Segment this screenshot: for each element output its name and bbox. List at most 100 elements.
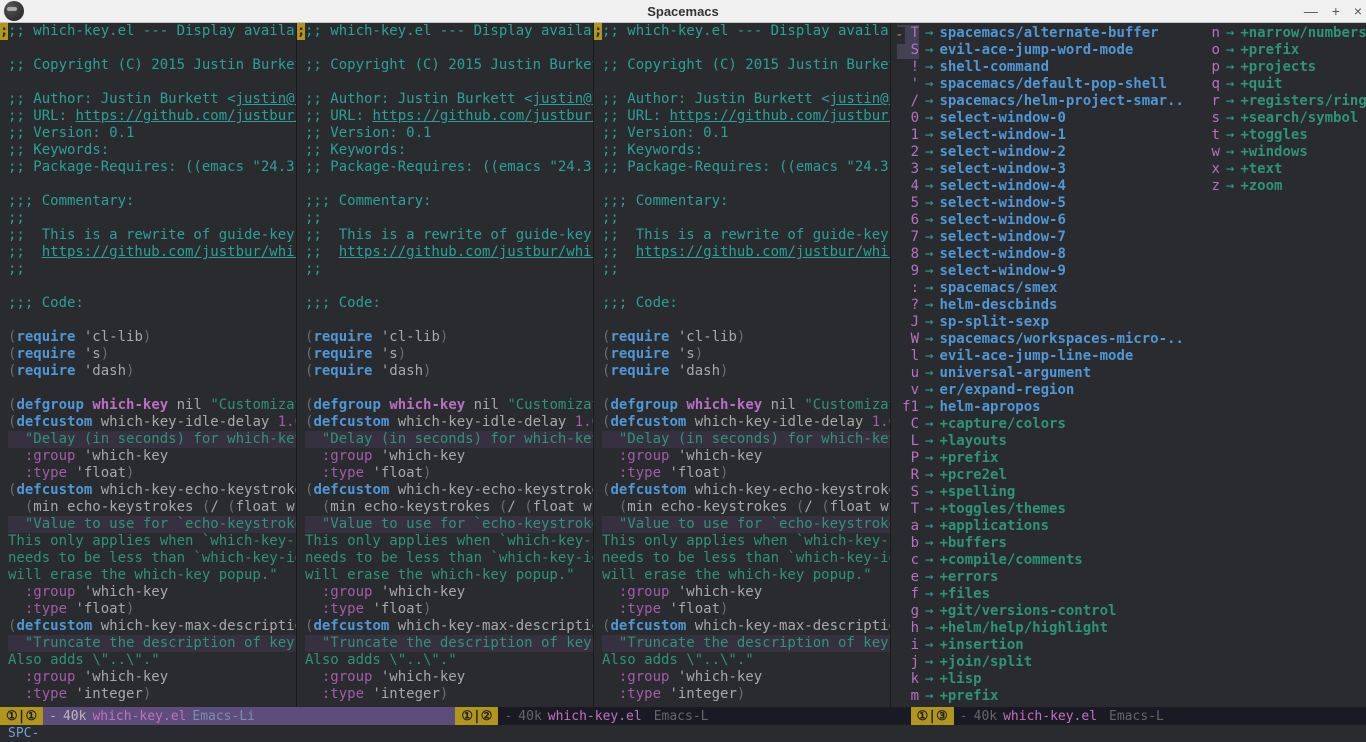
which-key-command: +search/symbol: [1240, 110, 1358, 127]
which-key-key: 1: [897, 127, 919, 144]
which-key-binding[interactable]: a→+applications: [897, 518, 1184, 535]
which-key-binding[interactable]: ?→helm-descbinds: [897, 297, 1184, 314]
which-key-binding[interactable]: 8→select-window-8: [897, 246, 1184, 263]
which-key-binding[interactable]: S→+spelling: [897, 484, 1184, 501]
which-key-binding[interactable]: S→evil-ace-jump-word-mode: [897, 42, 1184, 59]
which-key-command: helm-descbinds: [939, 297, 1057, 314]
which-key-binding[interactable]: T→spacemacs/alternate-buffer: [897, 25, 1184, 42]
editor-pane-3[interactable]: ; ;; which-key.el --- Display availa ;; …: [594, 23, 891, 707]
modeline-pane-3: ①|③ - 40k which-key.el Emacs-L: [911, 707, 1366, 725]
which-key-binding[interactable]: l→evil-ace-jump-line-mode: [897, 348, 1184, 365]
which-key-key: r: [1198, 93, 1220, 110]
which-key-binding[interactable]: v→er/expand-region: [897, 382, 1184, 399]
which-key-command: +files: [939, 586, 990, 603]
which-key-command: +pcre2el: [939, 467, 1006, 484]
which-key-binding[interactable]: m→+prefix: [897, 688, 1184, 705]
minibuffer[interactable]: SPC-: [0, 725, 1366, 742]
which-key-command: select-window-3: [939, 161, 1065, 178]
which-key-column-1: T→spacemacs/alternate-bufferS→evil-ace-j…: [897, 25, 1184, 705]
which-key-key: 7: [897, 229, 919, 246]
which-key-command: +applications: [939, 518, 1049, 535]
which-key-binding[interactable]: T→+toggles/themes: [897, 501, 1184, 518]
which-key-binding[interactable]: w→+windows: [1198, 144, 1366, 161]
arrow-icon: →: [919, 59, 939, 76]
which-key-binding[interactable]: s→+search/symbol: [1198, 110, 1366, 127]
which-key-binding[interactable]: 4→select-window-4: [897, 178, 1184, 195]
minimize-button[interactable]: —: [1304, 3, 1318, 19]
which-key-binding[interactable]: R→+pcre2el: [897, 467, 1184, 484]
which-key-binding[interactable]: o→+prefix: [1198, 42, 1366, 59]
which-key-key: 8: [897, 246, 919, 263]
which-key-key: !: [897, 59, 919, 76]
maximize-button[interactable]: +: [1332, 3, 1340, 19]
arrow-icon: →: [919, 297, 939, 314]
which-key-binding[interactable]: u→universal-argument: [897, 365, 1184, 382]
which-key-command: select-window-8: [939, 246, 1065, 263]
which-key-command: +text: [1240, 161, 1282, 178]
which-key-binding[interactable]: P→+prefix: [897, 450, 1184, 467]
which-key-binding[interactable]: 9→select-window-9: [897, 263, 1184, 280]
which-key-column-2: n→+narrow/numberso→+prefixp→+projectsq→+…: [1198, 25, 1366, 705]
arrow-icon: →: [919, 535, 939, 552]
which-key-binding[interactable]: !→shell-command: [897, 59, 1184, 76]
which-key-binding[interactable]: z→+zoom: [1198, 178, 1366, 195]
which-key-binding[interactable]: t→+toggles: [1198, 127, 1366, 144]
which-key-binding[interactable]: '→spacemacs/default-pop-shell: [897, 76, 1184, 93]
main-area: ; ;; which-key.el --- Display availa ;; …: [0, 23, 1366, 707]
editor-pane-1[interactable]: ; ;; which-key.el --- Display availa ;; …: [0, 23, 297, 707]
which-key-binding[interactable]: W→spacemacs/workspaces-micro-..: [897, 331, 1184, 348]
arrow-icon: →: [1220, 127, 1240, 144]
cursor-indicator: -: [895, 27, 905, 44]
which-key-binding[interactable]: 7→select-window-7: [897, 229, 1184, 246]
editor-pane-2[interactable]: ; ;; which-key.el --- Display availa ;; …: [297, 23, 594, 707]
which-key-binding[interactable]: b→+buffers: [897, 535, 1184, 552]
which-key-binding[interactable]: :→spacemacs/smex: [897, 280, 1184, 297]
which-key-binding[interactable]: J→sp-split-sexp: [897, 314, 1184, 331]
which-key-binding[interactable]: L→+layouts: [897, 433, 1184, 450]
which-key-key: k: [897, 671, 919, 688]
which-key-binding[interactable]: 1→select-window-1: [897, 127, 1184, 144]
which-key-binding[interactable]: f1→helm-apropos: [897, 399, 1184, 416]
which-key-key: L: [897, 433, 919, 450]
which-key-key: g: [897, 603, 919, 620]
which-key-binding[interactable]: e→+errors: [897, 569, 1184, 586]
which-key-binding[interactable]: j→+join/split: [897, 654, 1184, 671]
arrow-icon: →: [919, 178, 939, 195]
which-key-command: +git/versions-control: [939, 603, 1116, 620]
which-key-command: +registers/rings: [1240, 93, 1366, 110]
which-key-command: +capture/colors: [939, 416, 1065, 433]
buffer-name: which-key.el: [1003, 708, 1097, 725]
which-key-binding[interactable]: h→+helm/help/highlight: [897, 620, 1184, 637]
which-key-command: select-window-9: [939, 263, 1065, 280]
which-key-binding[interactable]: 6→select-window-6: [897, 212, 1184, 229]
close-button[interactable]: ×: [1354, 3, 1362, 19]
which-key-binding[interactable]: i→+insertion: [897, 637, 1184, 654]
window-title: Spacemacs: [0, 3, 1366, 20]
which-key-binding[interactable]: q→+quit: [1198, 76, 1366, 93]
arrow-icon: →: [919, 569, 939, 586]
which-key-binding[interactable]: 5→select-window-5: [897, 195, 1184, 212]
which-key-command: select-window-7: [939, 229, 1065, 246]
arrow-icon: →: [1220, 110, 1240, 127]
which-key-binding[interactable]: n→+narrow/numbers: [1198, 25, 1366, 42]
which-key-binding[interactable]: 0→select-window-0: [897, 110, 1184, 127]
which-key-binding[interactable]: r→+registers/rings: [1198, 93, 1366, 110]
arrow-icon: →: [919, 93, 939, 110]
arrow-icon: →: [1220, 144, 1240, 161]
which-key-binding[interactable]: C→+capture/colors: [897, 416, 1184, 433]
which-key-binding[interactable]: x→+text: [1198, 161, 1366, 178]
which-key-binding[interactable]: f→+files: [897, 586, 1184, 603]
which-key-binding[interactable]: c→+compile/comments: [897, 552, 1184, 569]
which-key-binding[interactable]: 3→select-window-3: [897, 161, 1184, 178]
code-content: ;; which-key.el --- Display availa ;; Co…: [0, 23, 296, 703]
arrow-icon: →: [919, 603, 939, 620]
which-key-binding[interactable]: p→+projects: [1198, 59, 1366, 76]
buffer-name: which-key.el: [92, 708, 186, 725]
which-key-binding[interactable]: 2→select-window-2: [897, 144, 1184, 161]
which-key-binding[interactable]: g→+git/versions-control: [897, 603, 1184, 620]
which-key-binding[interactable]: k→+lisp: [897, 671, 1184, 688]
which-key-binding[interactable]: /→spacemacs/helm-project-smar..: [897, 93, 1184, 110]
which-key-command: +prefix: [1240, 42, 1299, 59]
arrow-icon: →: [1220, 178, 1240, 195]
which-key-command: +projects: [1240, 59, 1316, 76]
